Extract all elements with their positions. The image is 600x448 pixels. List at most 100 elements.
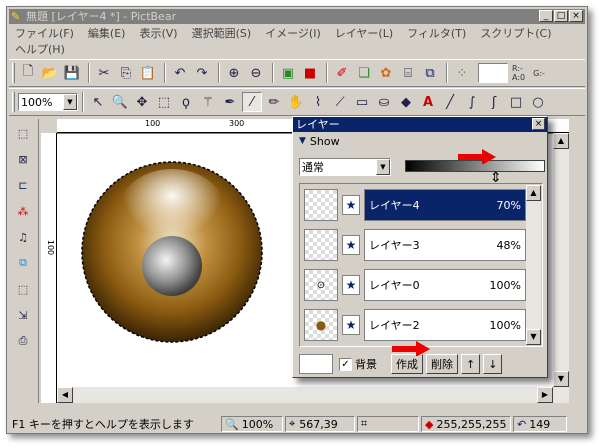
background-color-box[interactable]: [299, 354, 333, 374]
ellipse-icon[interactable]: ○: [528, 92, 548, 112]
brush-tool-icon[interactable]: ⁄: [242, 92, 262, 112]
eraser-icon[interactable]: ▭: [352, 92, 372, 112]
pencil-icon[interactable]: ✏: [264, 92, 284, 112]
magic-wand-icon[interactable]: ⚚: [198, 92, 218, 112]
scroll-down-icon[interactable]: ▼: [553, 371, 569, 387]
stamp-tool-icon[interactable]: ⎙: [13, 331, 33, 351]
toolbar-grip[interactable]: [12, 63, 15, 83]
zoom-select[interactable]: 100% ▼: [18, 93, 78, 111]
select-clear-icon[interactable]: ⊠: [13, 149, 33, 169]
layer-panel-close-button[interactable]: ×: [532, 118, 545, 130]
vertical-scrollbar[interactable]: ▲ ▼: [553, 133, 569, 403]
text-icon[interactable]: A: [418, 92, 438, 112]
star-icon[interactable]: ★: [342, 195, 360, 215]
menu-layer[interactable]: レイヤー(L): [329, 26, 401, 42]
annotation-arrow: [458, 149, 496, 164]
fill-icon[interactable]: ◆: [396, 92, 416, 112]
move-up-button[interactable]: ↑: [461, 354, 481, 374]
layers-icon[interactable]: ❏: [354, 63, 374, 83]
cut-icon[interactable]: ✂: [94, 63, 114, 83]
zoom-status-value: 100%: [241, 417, 274, 431]
show-toggle[interactable]: ▼ Show: [293, 132, 547, 150]
layer-panel: レイヤー × ▼ Show 通常 ▼ ★ レイヤー4 70% ★ レイヤー3 48%…: [292, 116, 548, 378]
layer-list-scrollbar[interactable]: ▲ ▼: [526, 185, 541, 345]
menu-edit[interactable]: 編集(E): [82, 26, 134, 42]
open-icon[interactable]: 📂: [40, 63, 60, 83]
palette-icon[interactable]: ✿: [376, 63, 396, 83]
rect-select-icon[interactable]: ⬚: [154, 92, 174, 112]
history-value: 149: [529, 417, 551, 431]
color-status: ◆ 255,255,255: [421, 416, 511, 432]
scroll-right-icon[interactable]: ▶: [537, 387, 553, 403]
pen-icon[interactable]: ✒: [220, 92, 240, 112]
copy-icon[interactable]: ⎘: [116, 63, 136, 83]
menu-file[interactable]: ファイル(F): [9, 26, 82, 42]
zoom-out-icon[interactable]: ⊖: [246, 63, 266, 83]
paste-icon[interactable]: 📋: [138, 63, 158, 83]
rgb-icon[interactable]: ⁂: [13, 201, 33, 221]
delete-layer-button[interactable]: 削除: [426, 354, 458, 374]
color-icon[interactable]: ■: [300, 63, 320, 83]
select-stroke-icon[interactable]: ⊏: [13, 175, 33, 195]
airbrush-icon[interactable]: ⌇: [308, 92, 328, 112]
chevron-down-icon[interactable]: ▼: [63, 94, 77, 110]
horizontal-scrollbar[interactable]: ◀ ▶: [57, 387, 569, 403]
bucket-icon[interactable]: ⛀: [374, 92, 394, 112]
star-icon[interactable]: ★: [342, 275, 360, 295]
scroll-down-icon[interactable]: ▼: [526, 329, 541, 345]
menu-image[interactable]: イメージ(I): [259, 26, 329, 42]
move-icon[interactable]: ✥: [132, 92, 152, 112]
layer-row[interactable]: ● ★ レイヤー2 100%: [302, 306, 526, 344]
new-icon[interactable]: 🗋: [18, 63, 38, 83]
star-icon[interactable]: ★: [342, 235, 360, 255]
layer-row[interactable]: ⊙ ★ レイヤー0 100%: [302, 266, 526, 304]
stamp-icon[interactable]: ⌸: [398, 63, 418, 83]
music-icon[interactable]: ♫: [13, 227, 33, 247]
color-readout-g: G:-: [533, 68, 545, 78]
menu-script[interactable]: スクリプト(C): [474, 26, 559, 42]
layer-row[interactable]: ★ レイヤー4 70%: [302, 186, 526, 224]
star-icon[interactable]: ★: [342, 315, 360, 335]
background-checkbox[interactable]: ✓: [339, 357, 352, 371]
help-text: F1 キーを押すとヘルプを表示します: [12, 418, 194, 431]
create-layer-button[interactable]: 作成: [391, 354, 423, 374]
menu-filter[interactable]: フィルタ(T): [401, 26, 474, 42]
undo-icon: ↶: [517, 417, 527, 431]
arrow-icon[interactable]: ↖: [88, 92, 108, 112]
hand-icon[interactable]: ✋: [286, 92, 306, 112]
curve-icon[interactable]: ∫: [462, 92, 482, 112]
minimize-button[interactable]: _: [539, 10, 553, 22]
copy-layer-icon[interactable]: ⧉: [13, 253, 33, 273]
move-down-button[interactable]: ↓: [483, 354, 503, 374]
export-icon[interactable]: ⇲: [13, 305, 33, 325]
brush-icon[interactable]: ✐: [332, 63, 352, 83]
menu-help[interactable]: ヘルプ(H): [9, 42, 73, 58]
line-icon[interactable]: ╱: [440, 92, 460, 112]
lasso-icon[interactable]: ϙ: [176, 92, 196, 112]
zoom-icon[interactable]: 🔍: [110, 92, 130, 112]
frame-icon[interactable]: ⬚: [13, 279, 33, 299]
photo-icon[interactable]: ⧉: [420, 63, 440, 83]
scroll-up-icon[interactable]: ▲: [553, 133, 569, 149]
layer-row[interactable]: ★ レイヤー3 48%: [302, 226, 526, 264]
blend-mode-select[interactable]: 通常 ▼: [299, 158, 391, 176]
layer-name: レイヤー3: [369, 239, 420, 252]
bezier-icon[interactable]: ʃ: [484, 92, 504, 112]
image-icon[interactable]: ▣: [278, 63, 298, 83]
eyedropper-icon[interactable]: ⟋: [330, 92, 350, 112]
rect-icon[interactable]: □: [506, 92, 526, 112]
undo-icon[interactable]: ↶: [170, 63, 190, 83]
close-button[interactable]: ×: [569, 10, 583, 22]
scroll-up-icon[interactable]: ▲: [526, 185, 541, 201]
maximize-button[interactable]: □: [554, 10, 568, 22]
redo-icon[interactable]: ↷: [192, 63, 212, 83]
zoom-in-icon[interactable]: ⊕: [224, 63, 244, 83]
menu-view[interactable]: 表示(V): [133, 26, 185, 42]
menu-selection[interactable]: 選択範囲(S): [186, 26, 260, 42]
save-icon[interactable]: 💾: [62, 63, 82, 83]
toolbar-grip[interactable]: [12, 92, 15, 112]
grid-icon[interactable]: ⁘: [452, 63, 472, 83]
scroll-left-icon[interactable]: ◀: [57, 387, 73, 403]
chevron-down-icon[interactable]: ▼: [376, 159, 390, 175]
select-rect-icon[interactable]: ⬚: [13, 123, 33, 143]
